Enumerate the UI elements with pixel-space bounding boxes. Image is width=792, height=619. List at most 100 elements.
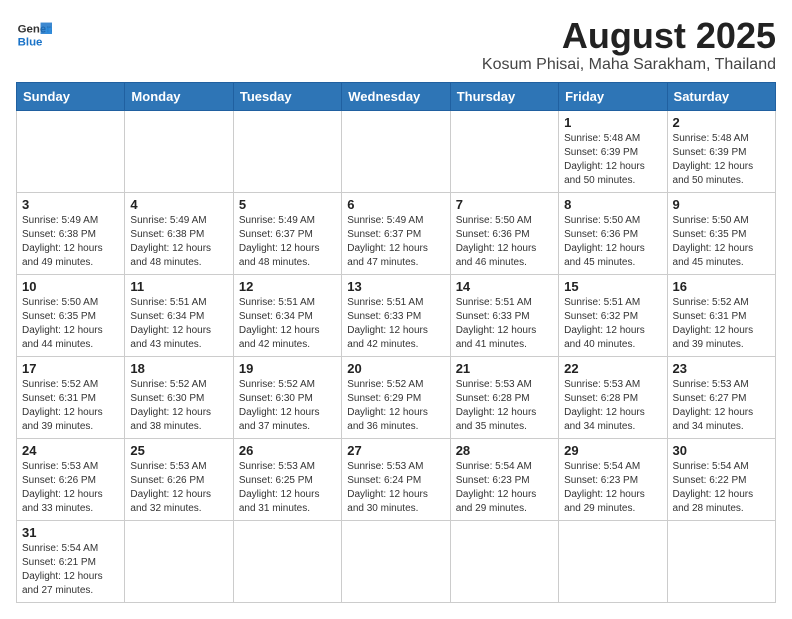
day-info: Sunrise: 5:48 AM Sunset: 6:39 PM Dayligh… <box>564 132 661 188</box>
calendar-cell <box>17 110 125 192</box>
day-info: Sunrise: 5:54 AM Sunset: 6:23 PM Dayligh… <box>456 460 553 516</box>
day-number: 29 <box>564 443 661 458</box>
calendar-cell <box>450 520 558 602</box>
calendar-cell: 26Sunrise: 5:53 AM Sunset: 6:25 PM Dayli… <box>233 438 341 520</box>
day-number: 13 <box>347 279 444 294</box>
week-row-1: 1Sunrise: 5:48 AM Sunset: 6:39 PM Daylig… <box>17 110 776 192</box>
day-number: 12 <box>239 279 336 294</box>
calendar-cell: 8 Sunrise: 5:50 AM Sunset: 6:36 PM Daylig… <box>559 192 667 274</box>
day-number: 3 <box>22 197 119 212</box>
calendar-cell <box>233 110 341 192</box>
day-number: 15 <box>564 279 661 294</box>
calendar-cell <box>233 520 341 602</box>
col-header-thursday: Thursday <box>450 82 558 110</box>
calendar-cell: 24Sunrise: 5:53 AM Sunset: 6:26 PM Dayli… <box>17 438 125 520</box>
day-info: Sunrise: 5:51 AM Sunset: 6:32 PM Dayligh… <box>564 296 661 352</box>
calendar-cell <box>667 520 775 602</box>
day-info: Sunrise: 5:51 AM Sunset: 6:34 PM Dayligh… <box>130 296 227 352</box>
day-number: 9 <box>673 197 770 212</box>
day-info: Sunrise: 5:53 AM Sunset: 6:24 PM Dayligh… <box>347 460 444 516</box>
day-info: Sunrise: 5:52 AM Sunset: 6:30 PM Dayligh… <box>130 378 227 434</box>
calendar-header: SundayMondayTuesdayWednesdayThursdayFrid… <box>17 82 776 110</box>
day-info: Sunrise: 5:52 AM Sunset: 6:29 PM Dayligh… <box>347 378 444 434</box>
day-info: Sunrise: 5:51 AM Sunset: 6:34 PM Dayligh… <box>239 296 336 352</box>
day-info: Sunrise: 5:54 AM Sunset: 6:22 PM Dayligh… <box>673 460 770 516</box>
calendar-cell: 11Sunrise: 5:51 AM Sunset: 6:34 PM Dayli… <box>125 274 233 356</box>
day-number: 19 <box>239 361 336 376</box>
calendar-cell: 18 Sunrise: 5:52 AM Sunset: 6:30 PM Dayli… <box>125 356 233 438</box>
day-number: 16 <box>673 279 770 294</box>
day-number: 22 <box>564 361 661 376</box>
day-info: Sunrise: 5:53 AM Sunset: 6:28 PM Dayligh… <box>456 378 553 434</box>
week-row-5: 24Sunrise: 5:53 AM Sunset: 6:26 PM Dayli… <box>17 438 776 520</box>
day-info: Sunrise: 5:51 AM Sunset: 6:33 PM Dayligh… <box>456 296 553 352</box>
calendar-cell: 31Sunrise: 5:54 AM Sunset: 6:21 PM Dayli… <box>17 520 125 602</box>
calendar-cell <box>342 520 450 602</box>
day-number: 6 <box>347 197 444 212</box>
calendar-cell: 15 Sunrise: 5:51 AM Sunset: 6:32 PM Dayli… <box>559 274 667 356</box>
calendar-cell <box>342 110 450 192</box>
calendar-cell: 9 Sunrise: 5:50 AM Sunset: 6:35 PM Daylig… <box>667 192 775 274</box>
day-info: Sunrise: 5:49 AM Sunset: 6:38 PM Dayligh… <box>130 214 227 270</box>
day-info: Sunrise: 5:53 AM Sunset: 6:27 PM Dayligh… <box>673 378 770 434</box>
day-info: Sunrise: 5:50 AM Sunset: 6:36 PM Dayligh… <box>456 214 553 270</box>
day-number: 28 <box>456 443 553 458</box>
col-header-wednesday: Wednesday <box>342 82 450 110</box>
calendar-cell: 14 Sunrise: 5:51 AM Sunset: 6:33 PM Dayli… <box>450 274 558 356</box>
day-number: 27 <box>347 443 444 458</box>
calendar-cell: 10 Sunrise: 5:50 AM Sunset: 6:35 PM Dayli… <box>17 274 125 356</box>
day-info: Sunrise: 5:54 AM Sunset: 6:23 PM Dayligh… <box>564 460 661 516</box>
day-number: 14 <box>456 279 553 294</box>
day-info: Sunrise: 5:48 AM Sunset: 6:39 PM Dayligh… <box>673 132 770 188</box>
day-info: Sunrise: 5:49 AM Sunset: 6:37 PM Dayligh… <box>347 214 444 270</box>
calendar-cell <box>559 520 667 602</box>
day-info: Sunrise: 5:50 AM Sunset: 6:35 PM Dayligh… <box>22 296 119 352</box>
day-number: 8 <box>564 197 661 212</box>
day-number: 7 <box>456 197 553 212</box>
logo: General Blue <box>16 16 52 52</box>
day-number: 20 <box>347 361 444 376</box>
calendar-cell: 5 Sunrise: 5:49 AM Sunset: 6:37 PM Daylig… <box>233 192 341 274</box>
day-info: Sunrise: 5:51 AM Sunset: 6:33 PM Dayligh… <box>347 296 444 352</box>
calendar-cell: 2Sunrise: 5:48 AM Sunset: 6:39 PM Daylig… <box>667 110 775 192</box>
week-row-3: 10 Sunrise: 5:50 AM Sunset: 6:35 PM Dayli… <box>17 274 776 356</box>
day-info: Sunrise: 5:50 AM Sunset: 6:35 PM Dayligh… <box>673 214 770 270</box>
calendar-cell: 1Sunrise: 5:48 AM Sunset: 6:39 PM Daylig… <box>559 110 667 192</box>
day-info: Sunrise: 5:53 AM Sunset: 6:26 PM Dayligh… <box>130 460 227 516</box>
day-number: 4 <box>130 197 227 212</box>
calendar-table: SundayMondayTuesdayWednesdayThursdayFrid… <box>16 82 776 603</box>
calendar-cell <box>125 110 233 192</box>
day-info: Sunrise: 5:52 AM Sunset: 6:31 PM Dayligh… <box>22 378 119 434</box>
calendar-cell: 28 Sunrise: 5:54 AM Sunset: 6:23 PM Dayli… <box>450 438 558 520</box>
day-number: 21 <box>456 361 553 376</box>
calendar-cell: 7 Sunrise: 5:50 AM Sunset: 6:36 PM Daylig… <box>450 192 558 274</box>
day-number: 30 <box>673 443 770 458</box>
calendar-cell: 29 Sunrise: 5:54 AM Sunset: 6:23 PM Dayli… <box>559 438 667 520</box>
day-info: Sunrise: 5:49 AM Sunset: 6:37 PM Dayligh… <box>239 214 336 270</box>
day-number: 10 <box>22 279 119 294</box>
col-header-tuesday: Tuesday <box>233 82 341 110</box>
page-header: General Blue August 2025 Kosum Phisai, M… <box>16 16 776 74</box>
day-info: Sunrise: 5:52 AM Sunset: 6:30 PM Dayligh… <box>239 378 336 434</box>
calendar-cell: 12 Sunrise: 5:51 AM Sunset: 6:34 PM Dayli… <box>233 274 341 356</box>
calendar-cell: 16Sunrise: 5:52 AM Sunset: 6:31 PM Dayli… <box>667 274 775 356</box>
calendar-cell <box>125 520 233 602</box>
day-info: Sunrise: 5:54 AM Sunset: 6:21 PM Dayligh… <box>22 542 119 598</box>
calendar-cell: 17Sunrise: 5:52 AM Sunset: 6:31 PM Dayli… <box>17 356 125 438</box>
calendar-cell: 13 Sunrise: 5:51 AM Sunset: 6:33 PM Dayli… <box>342 274 450 356</box>
location-subtitle: Kosum Phisai, Maha Sarakham, Thailand <box>482 56 776 74</box>
week-row-4: 17Sunrise: 5:52 AM Sunset: 6:31 PM Dayli… <box>17 356 776 438</box>
col-header-friday: Friday <box>559 82 667 110</box>
calendar-cell: 3Sunrise: 5:49 AM Sunset: 6:38 PM Daylig… <box>17 192 125 274</box>
svg-text:Blue: Blue <box>18 36 43 48</box>
day-number: 5 <box>239 197 336 212</box>
day-info: Sunrise: 5:53 AM Sunset: 6:28 PM Dayligh… <box>564 378 661 434</box>
day-number: 26 <box>239 443 336 458</box>
calendar-cell: 30 Sunrise: 5:54 AM Sunset: 6:22 PM Dayli… <box>667 438 775 520</box>
day-info: Sunrise: 5:50 AM Sunset: 6:36 PM Dayligh… <box>564 214 661 270</box>
calendar-cell <box>450 110 558 192</box>
calendar-cell: 4 Sunrise: 5:49 AM Sunset: 6:38 PM Daylig… <box>125 192 233 274</box>
col-header-saturday: Saturday <box>667 82 775 110</box>
generalblue-icon: General Blue <box>16 16 52 52</box>
day-number: 18 <box>130 361 227 376</box>
